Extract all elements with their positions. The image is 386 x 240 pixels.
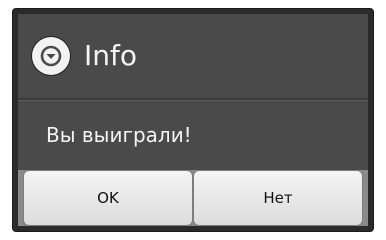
dialog-button-bar: OK Нет [18, 170, 368, 226]
dialog-message: Вы выиграли! [46, 123, 192, 148]
ok-button[interactable]: OK [23, 170, 193, 226]
no-button[interactable]: Нет [193, 170, 363, 226]
dialog-title-bar: Info [18, 14, 368, 100]
dialog-title: Info [84, 39, 137, 73]
chevron-down-circle-icon [32, 36, 70, 75]
chevron-down-icon [40, 45, 62, 67]
alert-dialog: Info Вы выиграли! OK Нет [18, 14, 368, 226]
dialog-message-area: Вы выиграли! [18, 99, 368, 170]
dialog-frame: Info Вы выиграли! OK Нет [12, 8, 374, 232]
